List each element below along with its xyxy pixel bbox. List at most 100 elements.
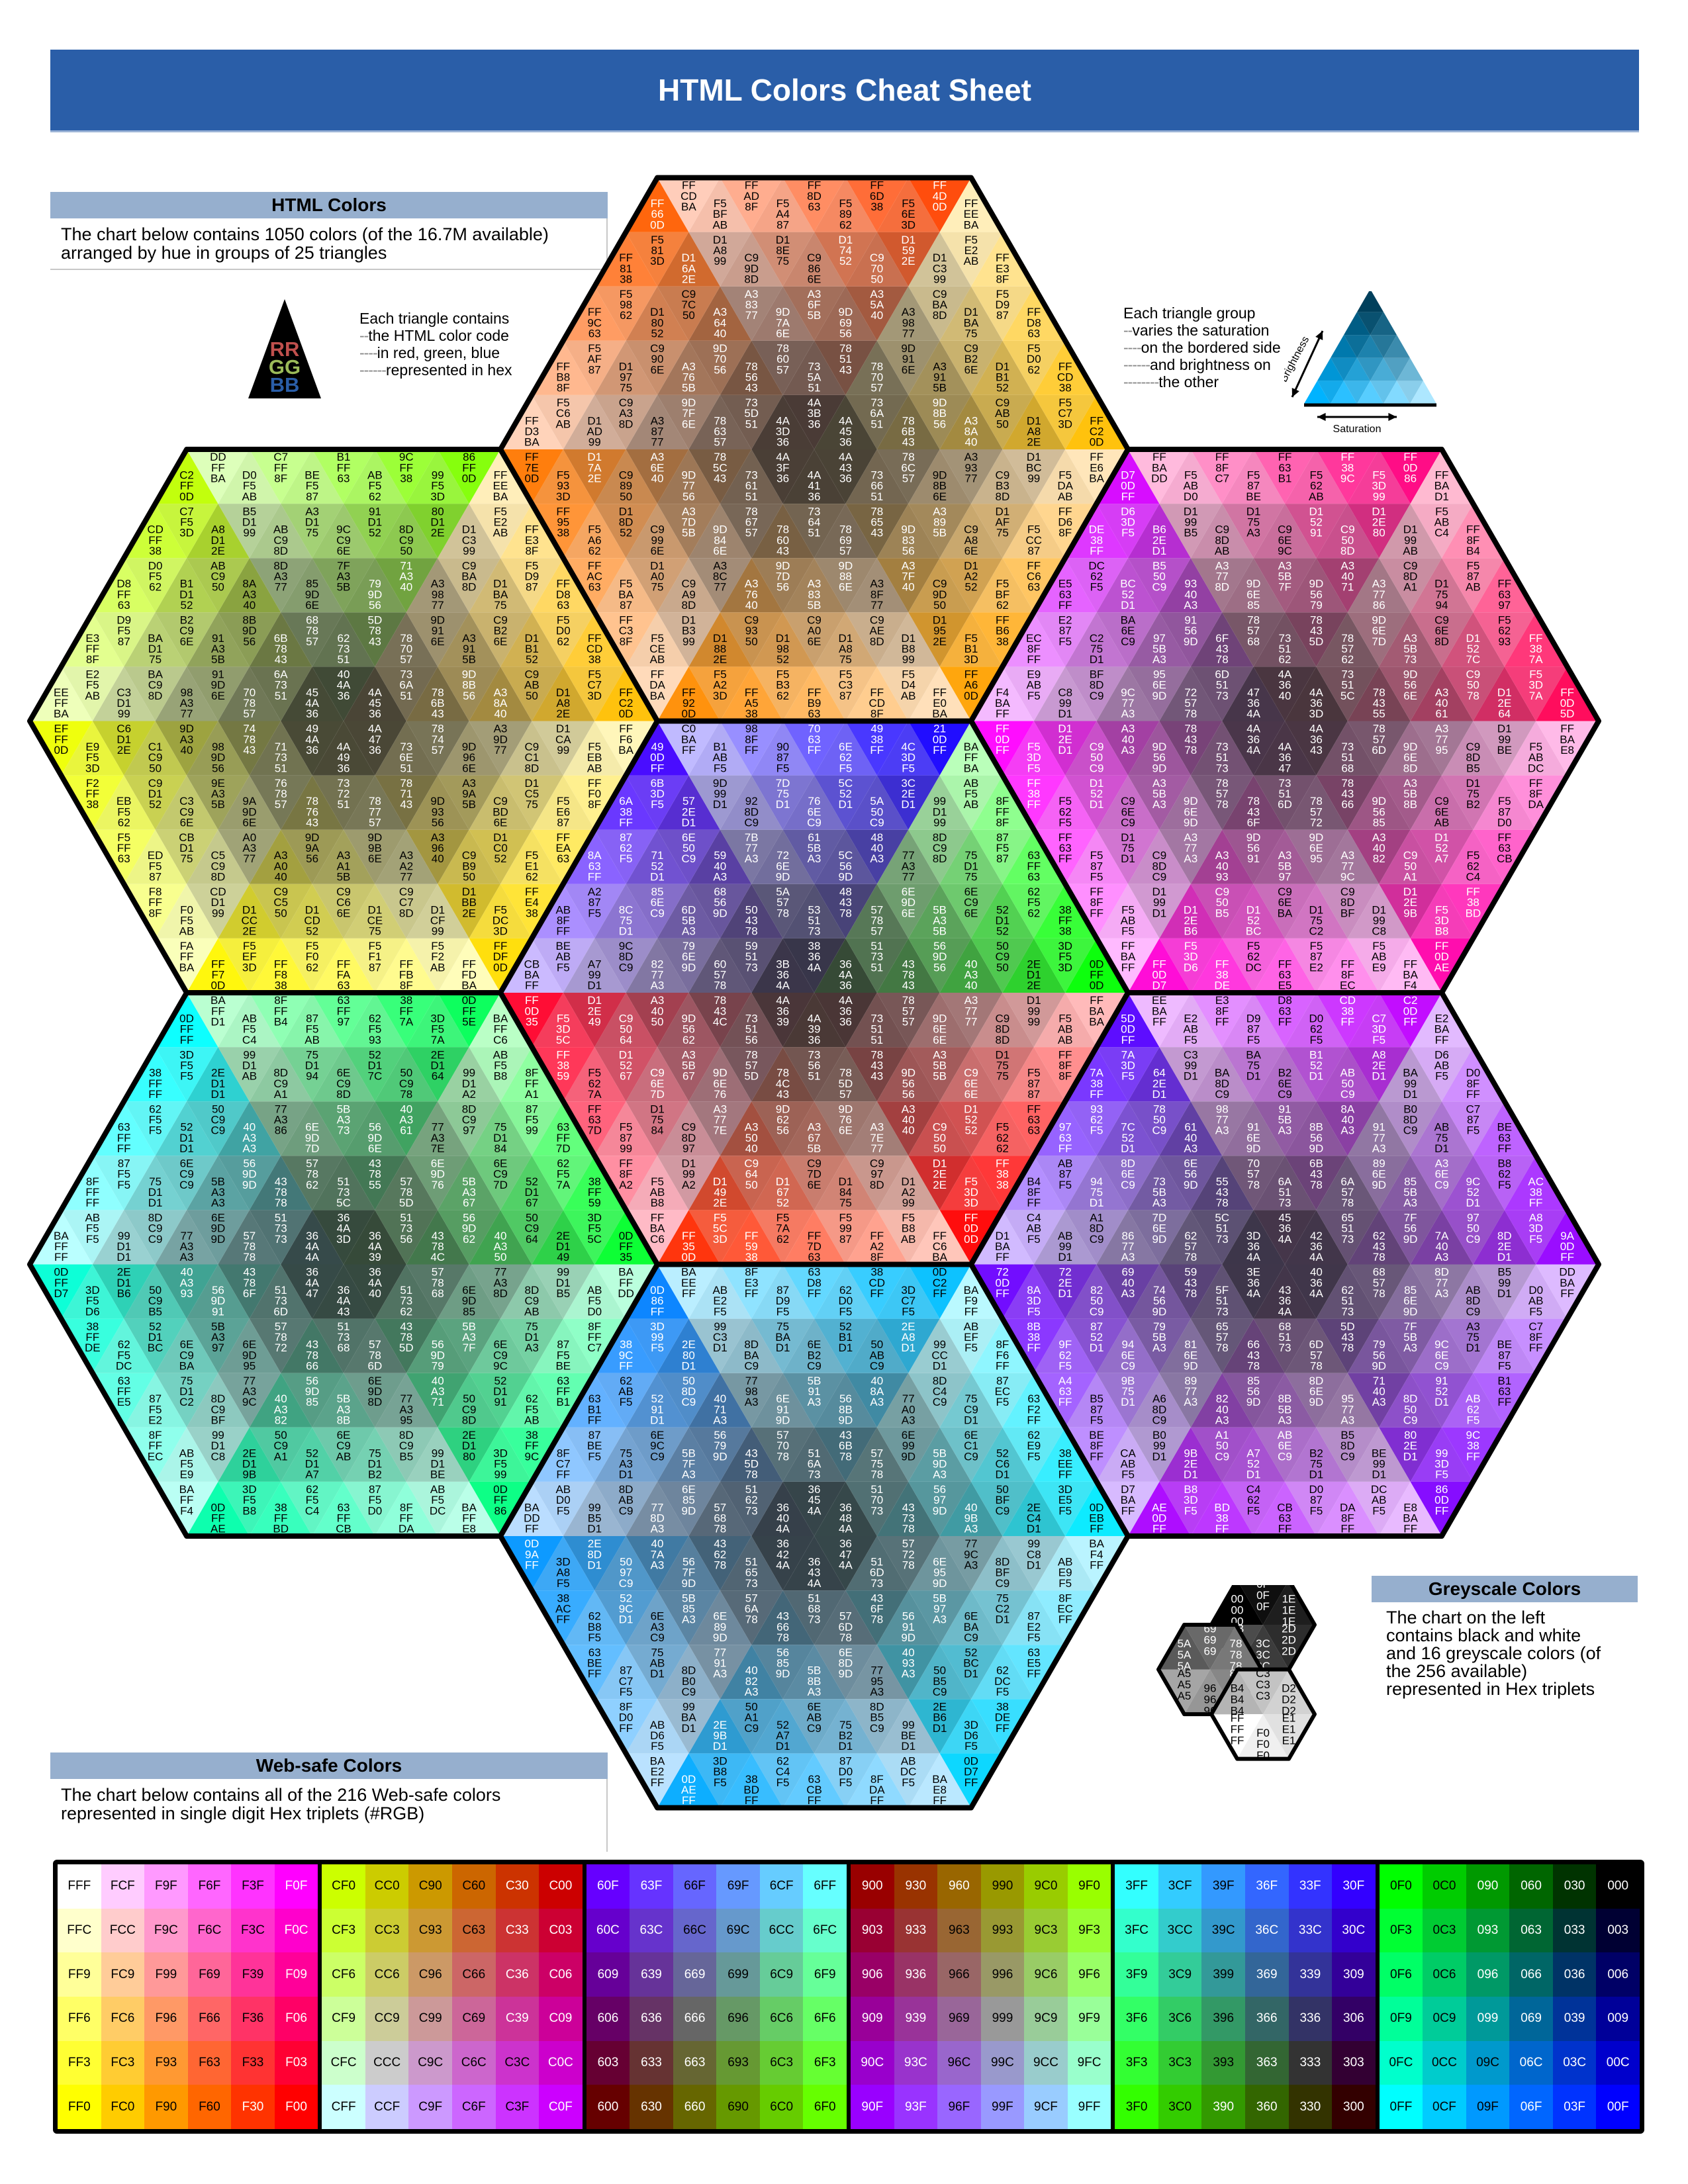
websafe-color-cell[interactable]: 3CF — [1158, 1864, 1202, 1909]
websafe-color-cell[interactable]: 930 — [894, 1864, 938, 1909]
websafe-color-cell[interactable]: 030 — [1552, 1864, 1597, 1909]
websafe-color-cell[interactable]: 63F — [630, 1864, 673, 1909]
websafe-color-cell[interactable]: FF6 — [58, 1996, 101, 2041]
websafe-color-cell[interactable]: 660 — [673, 2085, 717, 2129]
websafe-color-cell[interactable]: 3F9 — [1115, 1952, 1158, 1997]
websafe-color-cell[interactable]: 93C — [894, 2040, 938, 2085]
websafe-color-cell[interactable]: CCC — [365, 2040, 409, 2085]
websafe-color-cell[interactable]: CF3 — [322, 1908, 365, 1953]
websafe-color-cell[interactable]: 000 — [1596, 1864, 1640, 1909]
websafe-color-cell[interactable]: 6F0 — [803, 2085, 847, 2129]
websafe-color-cell[interactable]: 3FF — [1115, 1864, 1158, 1909]
websafe-color-cell[interactable]: 66F — [673, 1864, 717, 1909]
websafe-color-cell[interactable]: 9FF — [1067, 2085, 1111, 2129]
websafe-color-cell[interactable]: 993 — [980, 1908, 1025, 1953]
websafe-color-cell[interactable]: 696 — [716, 1996, 760, 2041]
websafe-color-cell[interactable]: C93 — [408, 1908, 452, 1953]
websafe-color-cell[interactable]: 969 — [937, 1996, 981, 2041]
websafe-color-cell[interactable]: 6F9 — [803, 1952, 847, 1997]
websafe-color-cell[interactable]: FF3 — [58, 2040, 101, 2085]
websafe-color-cell[interactable]: 339 — [1288, 1952, 1333, 1997]
websafe-color-cell[interactable]: 60F — [586, 1864, 630, 1909]
websafe-color-cell[interactable]: C6F — [451, 2085, 496, 2129]
websafe-color-cell[interactable]: FF9 — [58, 1952, 101, 1997]
websafe-color-cell[interactable]: F00 — [274, 2085, 318, 2129]
websafe-color-cell[interactable]: FC6 — [101, 1996, 145, 2041]
websafe-color-cell[interactable]: 009 — [1596, 1996, 1640, 2041]
websafe-color-cell[interactable]: 00F — [1596, 2085, 1640, 2129]
websafe-color-cell[interactable]: 906 — [850, 1952, 894, 1997]
websafe-color-cell[interactable]: 036 — [1552, 1952, 1597, 1997]
websafe-color-cell[interactable]: 3C9 — [1158, 1952, 1202, 1997]
websafe-color-cell[interactable]: 6FC — [803, 1908, 847, 1953]
websafe-color-cell[interactable]: 996 — [980, 1952, 1025, 1997]
websafe-color-cell[interactable]: 0FF — [1379, 2085, 1423, 2129]
websafe-color-cell[interactable]: 9C3 — [1024, 1908, 1068, 1953]
websafe-color-cell[interactable]: 003 — [1596, 1908, 1640, 1953]
websafe-color-cell[interactable]: 99F — [980, 2085, 1025, 2129]
websafe-color-cell[interactable]: F3C — [231, 1908, 275, 1953]
websafe-color-cell[interactable]: FF0 — [58, 2085, 101, 2129]
websafe-color-cell[interactable]: F99 — [144, 1952, 188, 1997]
websafe-color-cell[interactable]: 600 — [586, 2085, 630, 2129]
websafe-color-cell[interactable]: 366 — [1244, 1996, 1289, 2041]
websafe-color-cell[interactable]: 333 — [1288, 2040, 1333, 2085]
websafe-color-cell[interactable]: 633 — [630, 2040, 673, 2085]
websafe-color-cell[interactable]: C96 — [408, 1952, 452, 1997]
websafe-color-cell[interactable]: 609 — [586, 1952, 630, 1997]
websafe-color-cell[interactable]: C9C — [408, 2040, 452, 2085]
websafe-color-cell[interactable]: 6C9 — [759, 1952, 804, 1997]
websafe-color-cell[interactable]: 0F6 — [1379, 1952, 1423, 1997]
websafe-color-cell[interactable]: 6CC — [759, 1908, 804, 1953]
websafe-color-cell[interactable]: 9F6 — [1067, 1952, 1111, 1997]
websafe-color-cell[interactable]: 663 — [673, 2040, 717, 2085]
websafe-color-cell[interactable]: FCF — [101, 1864, 145, 1909]
websafe-color-cell[interactable]: 69F — [716, 1864, 760, 1909]
websafe-color-cell[interactable]: 90C — [850, 2040, 894, 2085]
websafe-color-cell[interactable]: C99 — [408, 1996, 452, 2041]
websafe-color-cell[interactable]: C66 — [451, 1952, 496, 1997]
websafe-color-cell[interactable]: 3C3 — [1158, 2040, 1202, 2085]
websafe-color-cell[interactable]: FFF — [58, 1864, 101, 1909]
websafe-color-cell[interactable]: 9FC — [1067, 2040, 1111, 2085]
websafe-color-cell[interactable]: F96 — [144, 1996, 188, 2041]
websafe-color-cell[interactable]: F9C — [144, 1908, 188, 1953]
websafe-color-cell[interactable]: 9CC — [1024, 2040, 1068, 2085]
websafe-color-cell[interactable]: 9F9 — [1067, 1996, 1111, 2041]
websafe-color-cell[interactable]: C90 — [408, 1864, 452, 1909]
websafe-color-cell[interactable]: 693 — [716, 2040, 760, 2085]
websafe-color-cell[interactable]: 09C — [1466, 2040, 1510, 2085]
websafe-color-cell[interactable]: 33F — [1288, 1864, 1333, 1909]
websafe-color-cell[interactable]: F63 — [187, 2040, 232, 2085]
websafe-color-cell[interactable]: 900 — [850, 1864, 894, 1909]
websafe-color-cell[interactable]: 396 — [1201, 1996, 1245, 2041]
websafe-color-cell[interactable]: 666 — [673, 1996, 717, 2041]
websafe-color-cell[interactable]: 909 — [850, 1996, 894, 2041]
websafe-color-cell[interactable]: 9C0 — [1024, 1864, 1068, 1909]
websafe-color-cell[interactable]: 63C — [630, 1908, 673, 1953]
websafe-color-cell[interactable]: 636 — [630, 1996, 673, 2041]
websafe-color-cell[interactable]: 060 — [1509, 1864, 1553, 1909]
websafe-color-cell[interactable]: 903 — [850, 1908, 894, 1953]
websafe-color-cell[interactable]: 966 — [937, 1952, 981, 1997]
websafe-color-cell[interactable]: F6C — [187, 1908, 232, 1953]
websafe-color-cell[interactable]: 6C0 — [759, 2085, 804, 2129]
websafe-color-cell[interactable]: F03 — [274, 2040, 318, 2085]
websafe-color-cell[interactable]: 330 — [1288, 2085, 1333, 2129]
websafe-color-cell[interactable]: C06 — [539, 1952, 583, 1997]
websafe-color-cell[interactable]: F9F — [144, 1864, 188, 1909]
websafe-color-cell[interactable]: 603 — [586, 2040, 630, 2085]
websafe-color-cell[interactable]: 6FF — [803, 1864, 847, 1909]
websafe-color-cell[interactable]: 6F6 — [803, 1996, 847, 2041]
websafe-color-cell[interactable]: F06 — [274, 1996, 318, 2041]
websafe-color-cell[interactable]: 6CF — [759, 1864, 804, 1909]
websafe-color-cell[interactable]: 30C — [1332, 1908, 1376, 1953]
websafe-color-cell[interactable]: 0F3 — [1379, 1908, 1423, 1953]
websafe-color-cell[interactable]: C63 — [451, 1908, 496, 1953]
websafe-color-cell[interactable]: 36C — [1244, 1908, 1289, 1953]
websafe-color-cell[interactable]: 3C6 — [1158, 1996, 1202, 2041]
websafe-color-cell[interactable]: 36F — [1244, 1864, 1289, 1909]
websafe-color-cell[interactable]: C36 — [495, 1952, 539, 1997]
websafe-color-cell[interactable]: CC0 — [365, 1864, 409, 1909]
websafe-color-cell[interactable]: F69 — [187, 1952, 232, 1997]
